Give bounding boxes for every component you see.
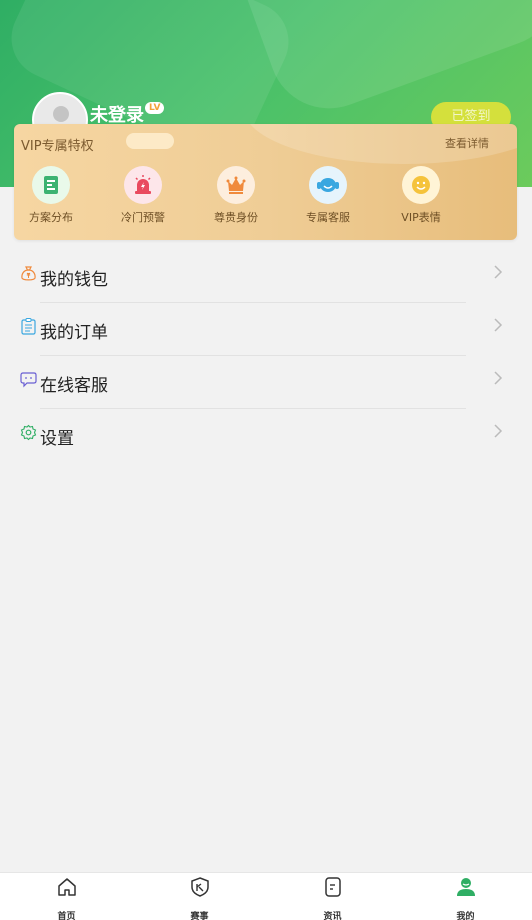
avatar-head (53, 106, 69, 122)
wallet-icon (21, 266, 36, 281)
tab-mine[interactable]: 我的 (399, 873, 532, 920)
menu-item-label: 在线客服 (40, 376, 108, 396)
tab-news[interactable]: 资讯 (266, 873, 399, 920)
crown-icon (217, 166, 255, 204)
vip-item-label: 方案分布 (29, 211, 73, 224)
user-icon (456, 878, 475, 896)
vip-item-label: 尊贵身份 (214, 211, 258, 224)
gear-icon (20, 424, 37, 441)
vip-item-label: 专属客服 (306, 211, 350, 224)
vip-details-link[interactable]: 查看详情 (445, 135, 489, 151)
vip-item-alert[interactable]: 冷门预警 (103, 166, 183, 225)
headset-icon (309, 166, 347, 204)
menu-item-label: 我的钱包 (40, 270, 108, 290)
match-shield-icon (190, 877, 209, 897)
settings-menu: 我的钱包 我的订单 在线客服 设置 (0, 250, 532, 462)
tab-matches[interactable]: 赛事 (133, 873, 266, 920)
vip-privileges-card: VIP专属特权 查看详情 方案分布 冷门预警 尊贵身份 专属客服 VIP表情 (14, 124, 517, 240)
vip-item-identity[interactable]: 尊贵身份 (196, 166, 276, 225)
menu-item-label: 我的订单 (40, 323, 108, 343)
vip-item-label: VIP表情 (401, 211, 441, 224)
chevron-right-icon (494, 371, 503, 385)
menu-item-online-service[interactable]: 在线客服 (0, 356, 532, 409)
bottom-tab-bar: 首页 赛事 资讯 我的 (0, 872, 532, 920)
plan-icon (32, 166, 70, 204)
tab-home[interactable]: 首页 (0, 873, 133, 920)
news-icon (324, 877, 341, 897)
alarm-icon (124, 166, 162, 204)
vip-card-decoration (126, 133, 174, 149)
tab-label: 我的 (456, 912, 475, 920)
menu-item-settings[interactable]: 设置 (0, 409, 532, 462)
vip-item-label: 冷门预警 (121, 211, 165, 224)
level-badge: LV (145, 102, 165, 114)
menu-item-label: 设置 (40, 429, 74, 449)
vip-item-service[interactable]: 专属客服 (288, 166, 368, 225)
tab-label: 首页 (57, 912, 76, 920)
home-icon (57, 878, 76, 896)
order-icon (21, 318, 36, 335)
smiley-icon (402, 166, 440, 204)
chevron-right-icon (494, 318, 503, 332)
chevron-right-icon (494, 265, 503, 279)
vip-title: VIP专属特权 (21, 139, 94, 154)
service-icon (20, 372, 37, 388)
menu-item-wallet[interactable]: 我的钱包 (0, 250, 532, 303)
chevron-right-icon (494, 424, 503, 438)
tab-label: 资讯 (323, 912, 342, 920)
tab-label: 赛事 (190, 912, 209, 920)
vip-item-emoji[interactable]: VIP表情 (381, 166, 461, 225)
vip-item-plan[interactable]: 方案分布 (14, 166, 91, 225)
menu-item-orders[interactable]: 我的订单 (0, 303, 532, 356)
